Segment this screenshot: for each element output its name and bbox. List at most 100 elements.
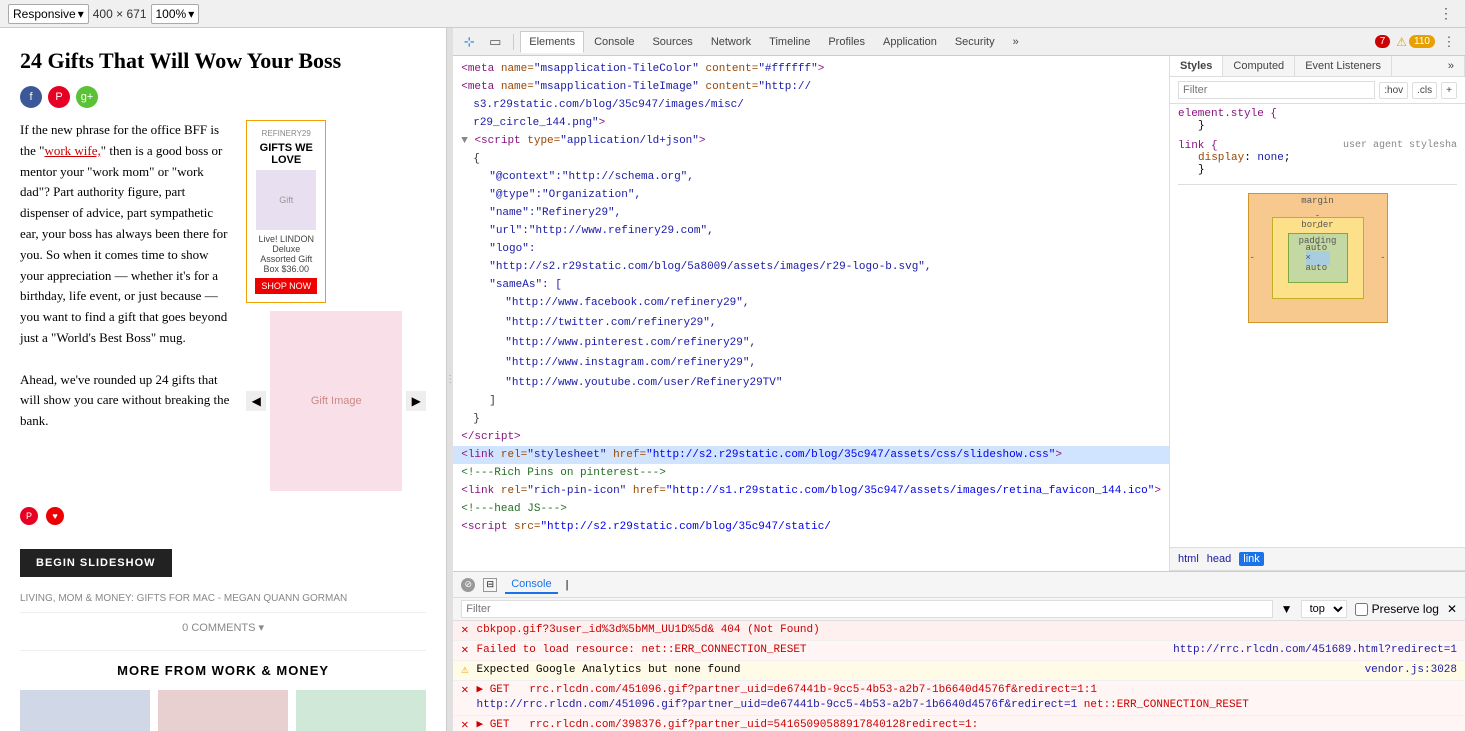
html-tag: > <box>1055 449 1062 461</box>
html-tag: <meta <box>461 81 501 93</box>
zoom-chevron: ▾ <box>188 7 194 21</box>
separator-1 <box>513 34 514 50</box>
cursor-icon[interactable]: ⊹ <box>457 30 481 54</box>
device-icon[interactable]: ▭ <box>483 30 507 54</box>
html-attr-val: "http://s1.r29static.com/blog/35c947/ass… <box>666 485 1154 497</box>
tab-more[interactable]: » <box>1005 32 1027 52</box>
tab-profiles[interactable]: Profiles <box>820 32 873 52</box>
html-string: "logo": <box>489 243 535 255</box>
social-icons: f P g+ <box>20 86 98 108</box>
tab-timeline[interactable]: Timeline <box>761 32 818 52</box>
tab-elements[interactable]: Elements <box>520 31 584 53</box>
styles-tab-styles[interactable]: Styles <box>1170 56 1223 76</box>
html-attr: name= <box>501 81 534 93</box>
tab-application[interactable]: Application <box>875 32 945 52</box>
console-tab[interactable]: Console <box>505 576 557 594</box>
add-style-button[interactable]: + <box>1441 82 1457 99</box>
box-model-section: margin - border - padding <box>1178 184 1457 323</box>
tab-network[interactable]: Network <box>703 32 759 52</box>
html-comment: <!---head JS---> <box>461 503 567 515</box>
tab-sources[interactable]: Sources <box>644 32 700 52</box>
html-tag: <script <box>461 521 514 533</box>
html-string: "http://www.facebook.com/refinery29", <box>505 297 749 309</box>
prev-button[interactable]: ◀ <box>246 391 266 411</box>
more-item-3-image <box>296 690 426 731</box>
html-attr-val: s3.r29static.com/blog/35c947/images/misc… <box>473 99 744 111</box>
hov-filter-button[interactable]: :hov <box>1379 82 1408 99</box>
work-wife-link[interactable]: work wife, <box>44 143 100 158</box>
console-clear-button[interactable]: ⊘ <box>461 578 475 592</box>
breadcrumb-link[interactable]: link <box>1239 552 1264 566</box>
pinterest-bottom-icon[interactable]: P <box>20 507 38 525</box>
html-line: "http://twitter.com/refinery29", <box>453 314 1169 332</box>
html-line: <!---Rich Pins on pinterest---> <box>453 464 1169 482</box>
error-icon-2: ✕ <box>461 643 468 658</box>
slideshow-button[interactable]: BEGIN SLIDESHOW <box>20 549 172 577</box>
styles-tab-computed[interactable]: Computed <box>1223 56 1295 76</box>
article-tags: LIVING, MOM & MONEY: GIFTS FOR MAC - MEG… <box>20 593 426 604</box>
html-attr-val: "http://s2.r29static.com/blog/35c947/sta… <box>540 521 830 533</box>
expand-icon[interactable]: ▼ <box>461 135 474 147</box>
error-icon-5: ✕ <box>461 718 468 731</box>
tab-security[interactable]: Security <box>947 32 1003 52</box>
preserve-log-checkbox[interactable] <box>1355 603 1368 616</box>
console-filter-input[interactable] <box>461 600 1272 618</box>
styles-filter-input[interactable] <box>1178 81 1375 99</box>
link-rule-display: display: none; <box>1178 152 1457 164</box>
style-rule-link: link { user agent stylesha display: none… <box>1178 140 1457 176</box>
article-paragraph-1: If the new phrase for the office BFF is … <box>20 120 230 349</box>
margin-right-value: - <box>1380 253 1385 263</box>
toolbar-dimensions: 400 × 671 <box>93 7 147 21</box>
html-attr-val: "msapplication-TileColor" <box>534 63 699 75</box>
html-comment: <!---Rich Pins on pinterest---> <box>461 467 666 479</box>
style-val: none <box>1257 152 1283 164</box>
console-filter-button[interactable]: ⊟ <box>483 578 497 592</box>
styles-tab-event-listeners[interactable]: Event Listeners <box>1295 56 1392 76</box>
tab-console[interactable]: Console <box>586 32 642 52</box>
google-icon[interactable]: g+ <box>76 86 98 108</box>
gift-main-image: Gift Image <box>270 311 402 491</box>
html-attr-val: "msapplication-TileImage" <box>534 81 699 93</box>
preserve-log-label: Preserve log <box>1372 602 1439 616</box>
article-body: If the new phrase for the office BFF is … <box>20 120 426 491</box>
next-button[interactable]: ▶ <box>406 391 426 411</box>
breadcrumb-head[interactable]: head <box>1207 553 1231 565</box>
console-filter-icon: ▼ <box>1281 602 1293 616</box>
console-row-source-2[interactable]: http://rrc.rlcdn.com/451689.html?redirec… <box>1173 643 1457 658</box>
heart-bottom-icon[interactable]: ♥ <box>46 507 64 525</box>
html-tag: <link <box>461 449 501 461</box>
html-line: } <box>453 410 1169 428</box>
nav-buttons: ◀ Gift Image ▶ <box>246 311 426 491</box>
preserve-log-container: Preserve log <box>1355 602 1439 616</box>
pinterest-icon[interactable]: P <box>48 86 70 108</box>
devtools-more-icon[interactable]: ⋮ <box>1437 30 1461 54</box>
facebook-icon[interactable]: f <box>20 86 42 108</box>
zoom-label: 100% <box>156 7 187 21</box>
gift-widget: REFINERY29 GIFTS WE LOVE Gift Live! LIND… <box>246 120 326 303</box>
html-tag: > <box>599 117 606 129</box>
responsive-select[interactable]: Responsive ▾ <box>8 4 89 24</box>
devtools-right-actions: 7 ⚠ 110 ⋮ <box>1375 30 1461 54</box>
styles-tab-more[interactable]: » <box>1438 56 1465 76</box>
console-row-source-3[interactable]: vendor.js:3028 <box>1365 663 1457 678</box>
console-row-source-4[interactable]: http://rrc.rlcdn.com/451096.gif?partner_… <box>476 699 1077 711</box>
more-item-3: WORK & MONEY Why This Lawsuit Is So Impo… <box>296 690 426 731</box>
more-options-button[interactable]: ⋮ <box>1435 3 1457 25</box>
shop-now-button[interactable]: SHOP NOW <box>255 278 317 294</box>
responsive-chevron: ▾ <box>78 7 84 21</box>
link-selector: link { <box>1178 140 1218 152</box>
zoom-select[interactable]: 100% ▾ <box>151 4 200 24</box>
comments-section[interactable]: 0 COMMENTS ▾ <box>20 612 426 634</box>
html-attr-val: "http://s2.r29static.com/blog/35c947/ass… <box>646 449 1055 461</box>
cls-filter-button[interactable]: .cls <box>1412 82 1437 99</box>
devtools-breadcrumb: html head link <box>1170 547 1465 571</box>
styles-panel: Styles Computed Event Listeners » :hov .… <box>1170 56 1465 571</box>
main-layout: 24 Gifts That Will Wow Your Boss f P g+ … <box>0 28 1465 731</box>
console-close-button[interactable]: ✕ <box>1447 602 1457 616</box>
styles-filter-buttons: :hov .cls + <box>1379 82 1457 99</box>
console-row-text-1: cbkpop.gif?3user_id%3d%5bMM_UU1D%5d& 404… <box>476 623 1457 638</box>
article-title: 24 Gifts That Will Wow Your Boss <box>20 48 426 74</box>
html-line: <meta name="msapplication-TileImage" con… <box>453 78 1169 96</box>
breadcrumb-html[interactable]: html <box>1178 553 1199 565</box>
console-top-select[interactable]: top <box>1301 600 1347 618</box>
